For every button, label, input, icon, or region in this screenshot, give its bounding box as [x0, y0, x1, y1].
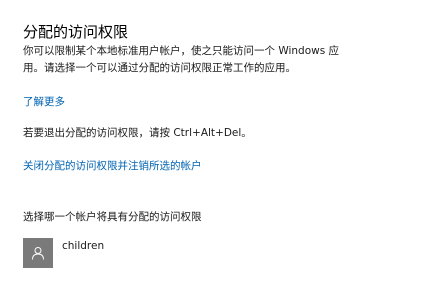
- description-line-1: 你可以限制某个本地标准用户帐户，使之只能访问一个 Windows 应: [23, 45, 340, 57]
- description-line-2: 用。请选择一个可以通过分配的访问权限正常工作的应用。: [23, 62, 296, 74]
- page-description: 你可以限制某个本地标准用户帐户，使之只能访问一个 Windows 应 用。请选择…: [23, 43, 403, 77]
- account-button-children[interactable]: children: [23, 238, 104, 268]
- close-assigned-access-link[interactable]: 关闭分配的访问权限并注销所选的帐户: [23, 159, 202, 173]
- choose-account-label: 选择哪一个帐户将具有分配的访问权限: [23, 211, 202, 223]
- page-title: 分配的访问权限: [23, 23, 129, 41]
- assigned-access-page: 分配的访问权限 你可以限制某个本地标准用户帐户，使之只能访问一个 Windows…: [0, 0, 423, 282]
- learn-more-link[interactable]: 了解更多: [23, 95, 65, 109]
- exit-hint-text: 若要退出分配的访问权限，请按 Ctrl+Alt+Del。: [23, 127, 252, 139]
- person-icon: [32, 247, 44, 260]
- avatar: [23, 238, 53, 268]
- account-name: children: [62, 240, 105, 252]
